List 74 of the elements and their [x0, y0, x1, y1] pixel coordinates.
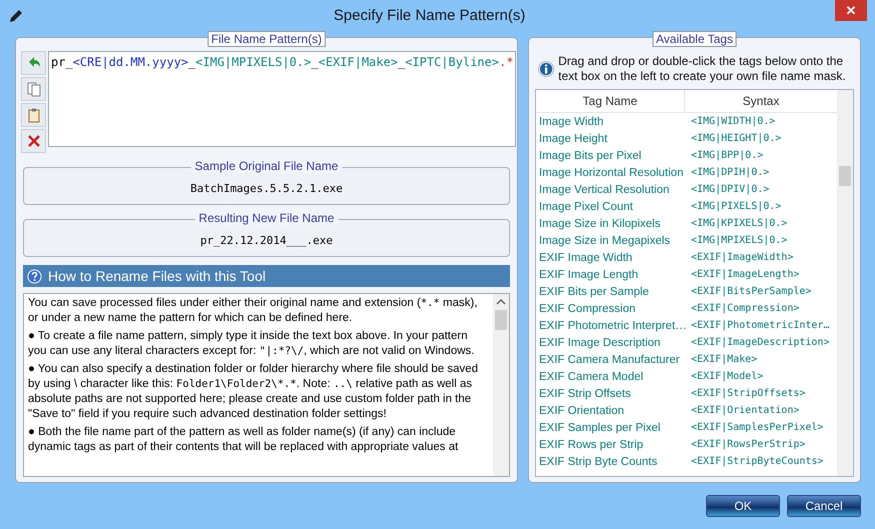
pencil-icon [8, 8, 24, 24]
tag-syntax-cell[interactable]: <IMG|KPIXELS|0.> [687, 218, 837, 229]
tag-syntax-cell[interactable]: <EXIF|PhotometricInter… [687, 320, 837, 331]
tag-name-cell[interactable]: Image Horizontal Resolution [536, 166, 687, 178]
tag-name-cell[interactable]: EXIF Strip Offsets [536, 388, 687, 400]
undo-button[interactable] [21, 51, 46, 75]
tag-syntax-cell[interactable]: <IMG|PIXELS|0.> [687, 201, 837, 212]
help-title: How to Rename Files with this Tool [48, 268, 266, 284]
group-legend: Resulting New File Name [194, 211, 338, 225]
tag-syntax-cell[interactable]: <EXIF|ImageLength> [687, 269, 837, 280]
info-text: Drag and drop or double-click the tags below onto the text box on the left to create your own file name mask. [558, 54, 847, 84]
tag-syntax-cell[interactable]: <EXIF|Make> [687, 354, 837, 365]
tag-syntax-cell[interactable]: <EXIF|ImageDescription> [687, 337, 837, 348]
tag-name-cell[interactable]: EXIF Orientation [536, 404, 687, 416]
column-header[interactable]: Syntax [685, 90, 837, 112]
copy-button[interactable] [21, 77, 46, 101]
dialog-button[interactable]: Cancel [787, 495, 861, 517]
scrollbar[interactable] [837, 90, 853, 476]
tag-syntax-cell[interactable]: <IMG|DPIV|0.> [687, 184, 837, 195]
dialog-button[interactable]: OK [706, 495, 780, 517]
tag-syntax-cell[interactable]: <IMG|BPP|0.> [687, 150, 837, 161]
pattern-input-field[interactable]: pr_<CRE|dd.MM.yyyy>_<IMG|MPIXELS|0.>_<EXIF|Make>_<IPTC|Byline>.* [48, 51, 516, 147]
tag-name-cell[interactable]: EXIF Camera Manufacturer [536, 354, 687, 366]
help-paragraph: ● You can also specify a destination folder or folder hierarchy where file should be saved by using \ character like this: Folder1\Folder2\*.*. Note: ..\ relative path as well as absolute paths are not supported here; please create and use custom folder path in the "Save to" field if you require such advanced destination folder settings! [28, 362, 479, 422]
file-name-value: pr_22.12.2014___.exe [200, 234, 333, 246]
paste-button[interactable] [21, 103, 46, 127]
tag-syntax-cell[interactable]: <IMG|WIDTH|0.> [687, 116, 837, 127]
help-paragraph: ● Both the file name part of the pattern as well as folder name(s) (if any) can include dynamic tags as part of their contents that will be replaced with appropriate values at [28, 425, 460, 455]
copy-icon [26, 81, 42, 97]
column-header[interactable]: Tag Name [536, 90, 685, 112]
tag-syntax-cell[interactable]: <EXIF|Compression> [687, 303, 837, 314]
window-title: Specify File Name Pattern(s) [332, 7, 526, 24]
close-button[interactable]: ✕ [835, 0, 867, 21]
tag-syntax-cell[interactable]: <EXIF|StripOffsets> [687, 388, 837, 399]
tag-name-cell[interactable]: Image Vertical Resolution [536, 184, 687, 196]
tag-name-cell[interactable]: Image Pixel Count [536, 200, 687, 212]
tag-syntax-cell[interactable]: <EXIF|ImageWidth> [687, 252, 837, 263]
tag-name-cell[interactable]: EXIF Rows per Strip [536, 438, 687, 450]
group-legend: Available Tags [652, 31, 737, 47]
scrollbar[interactable] [493, 294, 509, 476]
tag-name-cell[interactable]: Image Bits per Pixel [536, 150, 687, 162]
tag-name-cell[interactable]: EXIF Image Description [536, 336, 687, 348]
tag-syntax-cell[interactable]: <EXIF|BitsPerSample> [687, 286, 837, 297]
tag-syntax-cell[interactable]: <EXIF|Orientation> [687, 405, 837, 416]
tag-name-cell[interactable]: EXIF Image Width [536, 252, 687, 264]
help-icon [27, 268, 42, 284]
tag-syntax-cell[interactable]: <EXIF|Model> [687, 371, 837, 382]
tag-name-cell[interactable]: EXIF Samples per Pixel [536, 422, 687, 434]
cross-icon [26, 133, 42, 149]
clear-button[interactable] [21, 129, 46, 153]
tag-name-cell[interactable]: Image Size in Kilopixels [536, 218, 687, 230]
scrollbar-thumb[interactable] [495, 310, 507, 330]
tag-syntax-cell[interactable]: <EXIF|SamplesPerPixel> [687, 422, 837, 433]
tag-syntax-cell[interactable]: <EXIF|RowsPerStrip> [687, 439, 837, 450]
tag-syntax-cell[interactable]: <IMG|HEIGHT|0.> [687, 133, 837, 144]
tag-name-cell[interactable]: EXIF Strip Byte Counts [536, 456, 687, 468]
help-paragraph: ● To create a file name pattern, simply type it inside the text box above. In your pattern you can use any literal characters except for: "|:*?\/, which are not valid on Windows. [28, 329, 476, 359]
tag-syntax-cell[interactable]: <IMG|DPIH|0.> [687, 167, 837, 178]
scrollbar-thumb[interactable] [839, 166, 851, 186]
tag-name-cell[interactable]: Image Height [536, 132, 687, 144]
help-paragraph: You can save processed files under either their original name and extension (*.* mask), or under a new name the pattern for which can be defined here. [28, 296, 478, 326]
file-name-value: BatchImages.5.5.2.1.exe [190, 182, 343, 194]
group-legend: File Name Pattern(s) [207, 31, 326, 47]
tag-name-cell[interactable]: EXIF Camera Model [536, 370, 687, 382]
tag-name-cell[interactable]: EXIF Compression [536, 302, 687, 314]
tag-syntax-cell[interactable]: <EXIF|StripByteCounts> [687, 456, 837, 467]
tag-name-cell[interactable]: Image Size in Megapixels [536, 234, 687, 246]
tag-name-cell[interactable]: EXIF Bits per Sample [536, 286, 687, 298]
tag-syntax-cell[interactable]: <IMG|MPIXELS|0.> [687, 235, 837, 246]
tag-name-cell[interactable]: EXIF Image Length [536, 268, 687, 280]
tag-name-cell[interactable]: Image Width [536, 116, 687, 128]
clipboard-icon [26, 107, 42, 123]
tag-name-cell[interactable]: EXIF Photometric Interpret… [536, 320, 687, 332]
group-legend: Sample Original File Name [190, 159, 342, 173]
